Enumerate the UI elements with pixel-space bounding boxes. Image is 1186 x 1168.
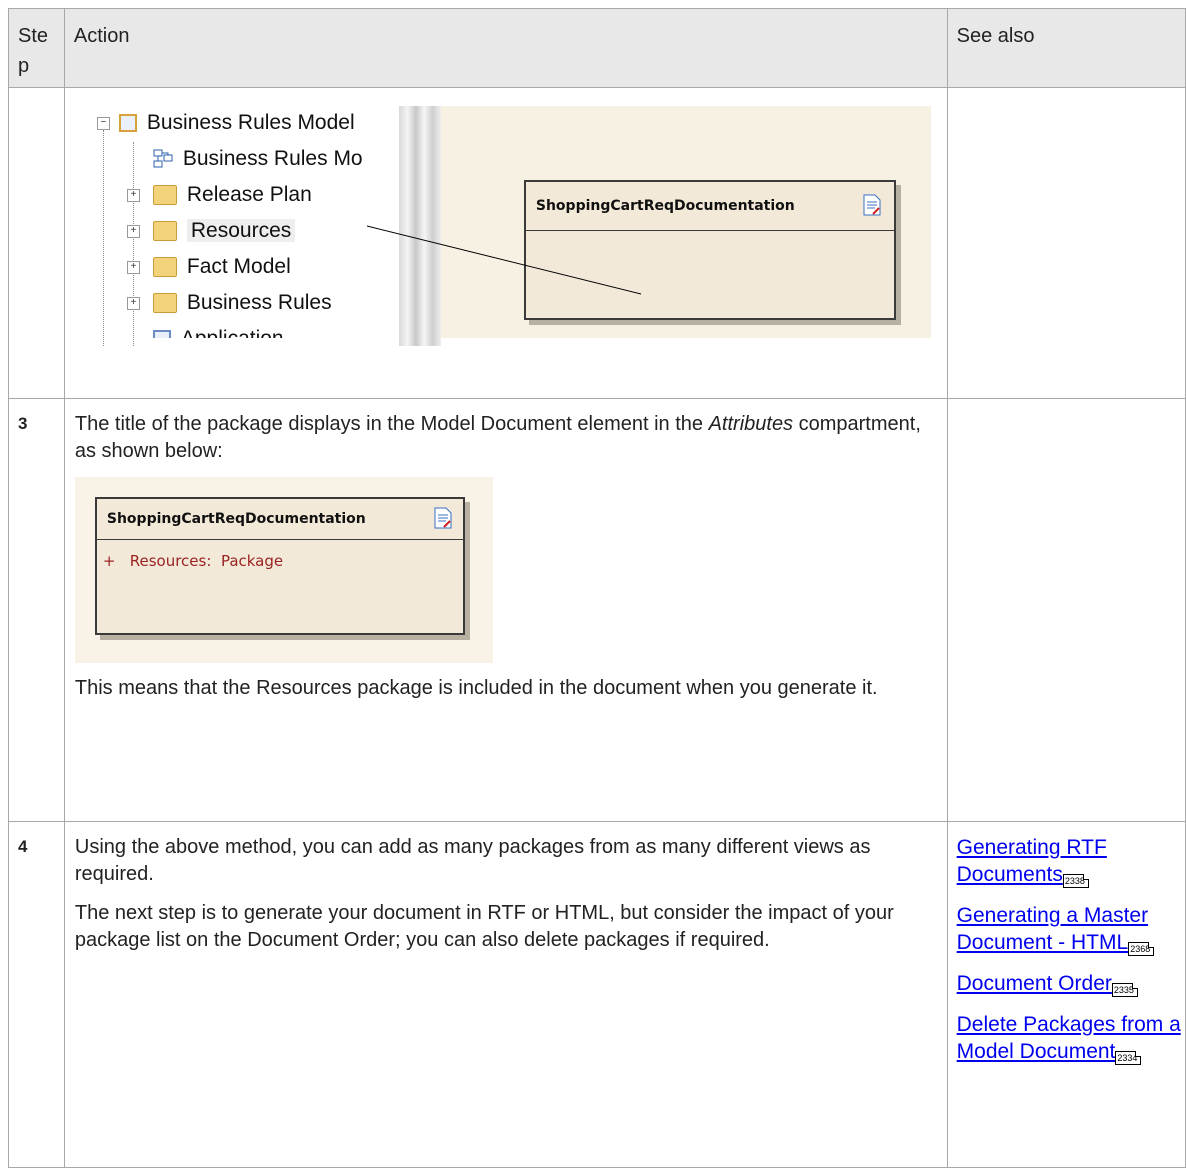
link-delete-packages[interactable]: Delete Packages from a Model Document: [957, 1013, 1181, 1063]
page-ref: 2368: [1128, 942, 1155, 956]
action-cell: − Business Rules Model Business Rules Mo…: [63, 87, 948, 399]
header-see-also: See also: [946, 8, 1186, 88]
action-text: The title of the package displays in the…: [74, 413, 921, 462]
page-ref: 2335: [1111, 983, 1138, 997]
header-action: Action: [63, 8, 948, 88]
link-generating-master-document-html[interactable]: Generating a Master Document - HTML: [957, 904, 1148, 954]
action-cell: Using the above method, you can add as m…: [63, 821, 948, 1168]
step-number: 4: [18, 837, 28, 856]
see-also-cell: [946, 398, 1186, 822]
step-cell: [8, 87, 65, 399]
model-document-element: ShoppingCartReqDocumentation + Resources…: [94, 497, 465, 635]
element-image: ShoppingCartReqDocumentation + Resources…: [74, 477, 493, 663]
step-cell: 3: [8, 398, 65, 822]
action-text: The next step is to generate your docume…: [74, 902, 894, 951]
browser-diagram-image: − Business Rules Model Business Rules Mo…: [80, 106, 931, 346]
link-document-order[interactable]: Document Order: [957, 972, 1112, 995]
step-number: 3: [18, 414, 28, 433]
table-row: 4 Using the above method, you can add as…: [8, 821, 1186, 1168]
attribute-item: + Resources: Package: [102, 552, 284, 570]
action-text: Using the above method, you can add as m…: [74, 836, 871, 885]
page-ref: 2338: [1062, 874, 1089, 888]
header-row: Ste p Action See also: [8, 8, 1186, 88]
steps-table: Ste p Action See also − Business Rules M…: [8, 8, 1186, 1168]
action-cell: The title of the package displays in the…: [63, 398, 948, 822]
action-text: This means that the Resources package is…: [74, 677, 878, 699]
see-also-cell: Generating RTF Documents 2338 Generating …: [946, 821, 1186, 1168]
page-ref: 2334: [1115, 1051, 1142, 1065]
header-step: Ste p: [8, 8, 65, 88]
see-also-cell: [946, 87, 1186, 399]
drag-connector: [366, 225, 641, 295]
element-title: ShoppingCartReqDocumentation: [96, 499, 463, 540]
table-row: − Business Rules Model Business Rules Mo…: [8, 87, 1186, 399]
table-row: 3 The title of the package displays in t…: [8, 398, 1186, 822]
step-cell: 4: [8, 821, 65, 1168]
document-icon: [434, 507, 452, 529]
